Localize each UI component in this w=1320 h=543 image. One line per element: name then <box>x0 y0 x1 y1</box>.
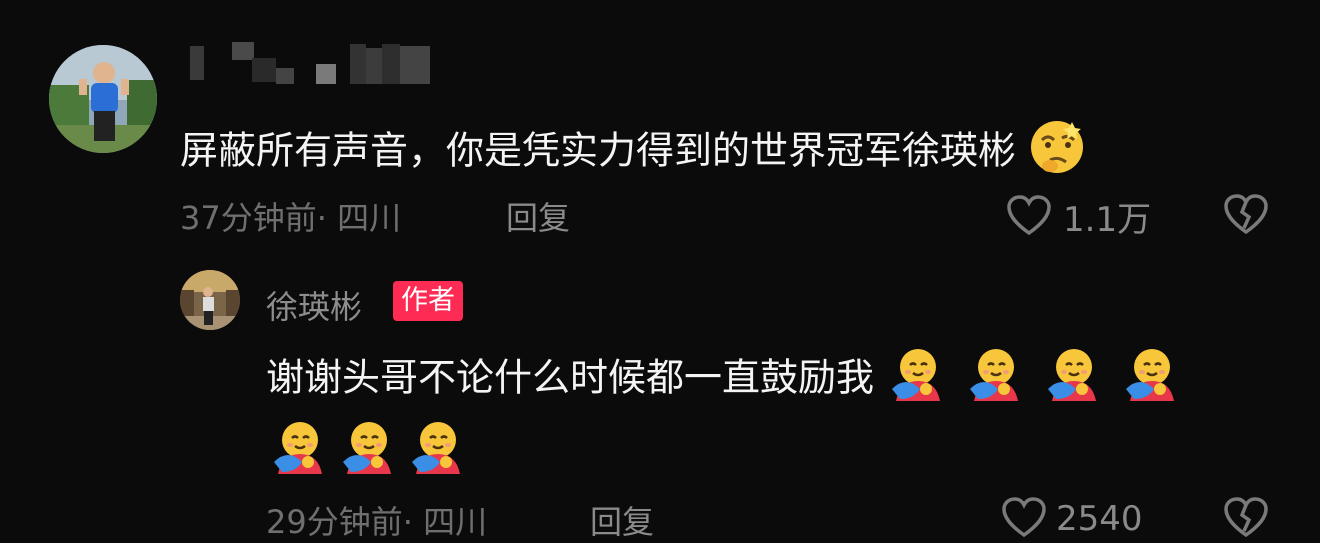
hugging-face-emoji <box>886 345 944 415</box>
reply-text-row: 谢谢头哥不论什么时候都一直鼓励我 <box>266 345 1178 415</box>
reply-reply-button[interactable]: 回复 <box>590 497 654 543</box>
hugging-face-emoji <box>964 345 1022 415</box>
comment-text-row: 屏蔽所有声音，你是凭实力得到的世界冠军徐瑛彬 <box>180 118 1086 188</box>
broken-heart-icon <box>1222 497 1270 543</box>
comment-meta: 37分钟前· 四川 <box>180 193 401 239</box>
reply-location: · 四川 <box>402 503 488 541</box>
comment-location: · 四川 <box>316 199 402 237</box>
reply-dislike-button[interactable] <box>1222 495 1270 543</box>
comment-dislike-button[interactable] <box>1222 192 1270 240</box>
reply-like-count: 2540 <box>1056 499 1143 539</box>
broken-heart-icon <box>1222 194 1270 240</box>
reply-button[interactable]: 回复 <box>506 193 570 239</box>
heart-icon <box>1000 495 1048 543</box>
comment-like-button[interactable]: 1.1万 <box>1005 192 1151 241</box>
thinking-face-emoji <box>1028 118 1086 188</box>
comment-time: 37分钟前 <box>180 199 317 237</box>
hugging-face-emoji <box>337 418 395 480</box>
comment-like-count: 1.1万 <box>1063 200 1152 240</box>
hugging-face-emoji <box>406 418 464 480</box>
hugging-face-emoji <box>1042 345 1100 415</box>
masked-username[interactable] <box>190 42 450 86</box>
replier-name[interactable]: 徐瑛彬 <box>266 282 362 328</box>
commenter-avatar[interactable] <box>49 45 157 153</box>
heart-icon <box>1005 193 1053 241</box>
comment-text: 屏蔽所有声音，你是凭实力得到的世界冠军徐瑛彬 <box>180 128 1017 173</box>
author-badge: 作者 <box>393 281 463 321</box>
hugging-face-emoji <box>268 418 326 480</box>
reply-text: 谢谢头哥不论什么时候都一直鼓励我 <box>266 355 875 400</box>
reply-like-button[interactable]: 2540 <box>1000 495 1143 543</box>
reply-meta: 29分钟前· 四川 <box>266 497 487 543</box>
reply-time: 29分钟前 <box>266 503 403 541</box>
reply-emoji-row <box>268 418 464 480</box>
hugging-face-emoji <box>1120 345 1178 415</box>
replier-avatar[interactable] <box>180 270 240 330</box>
